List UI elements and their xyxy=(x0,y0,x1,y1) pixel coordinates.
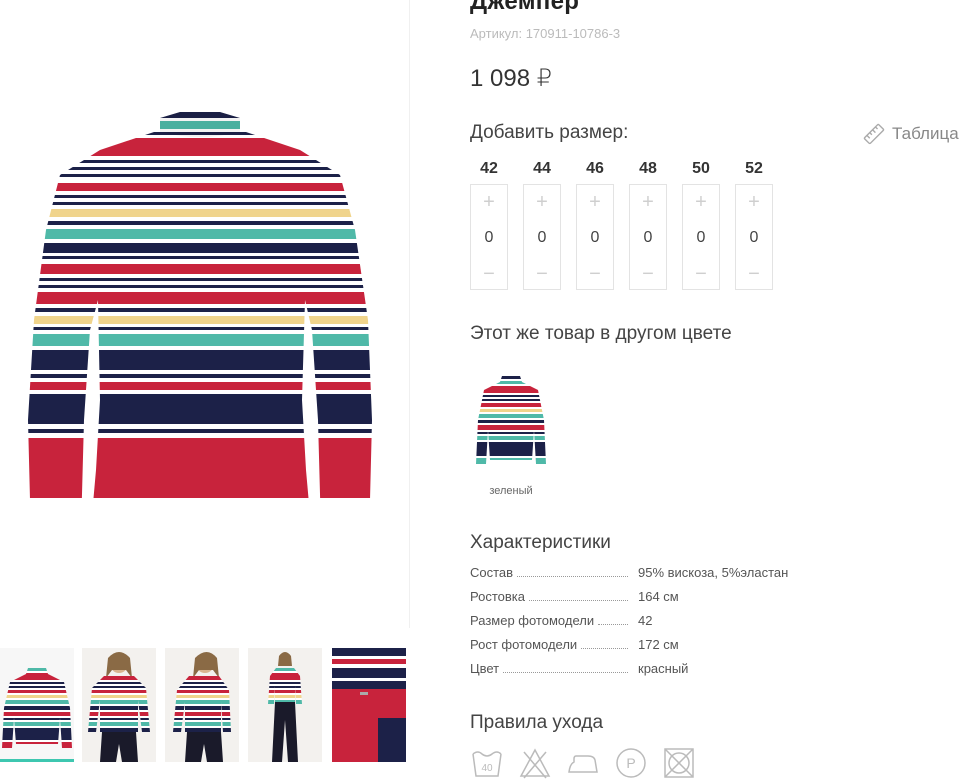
characteristic-row: Цвет красный xyxy=(470,661,910,685)
size-label: 46 xyxy=(586,160,604,177)
quantity-stepper: + 0 − xyxy=(470,184,508,290)
characteristic-name: Рост фотомодели xyxy=(470,637,578,652)
leader-dots xyxy=(581,648,629,649)
quantity-stepper: + 0 − xyxy=(576,184,614,290)
product-price: 1 098 ₽ xyxy=(470,65,552,92)
wash-temp-text: 40 xyxy=(481,763,493,774)
sku-value: 170911-10786-3 xyxy=(525,26,621,41)
characteristic-value: 42 xyxy=(638,613,653,628)
sweater-image xyxy=(28,112,372,498)
characteristics-heading: Характеристики xyxy=(470,532,611,553)
characteristic-name: Ростовка xyxy=(470,589,525,604)
size-label: 48 xyxy=(639,160,657,177)
quantity-value[interactable]: 0 xyxy=(697,229,706,247)
decrement-button[interactable]: − xyxy=(483,263,495,285)
decrement-button[interactable]: − xyxy=(589,263,601,285)
increment-button[interactable]: + xyxy=(589,191,601,213)
size-table-label: Таблица xyxy=(892,124,959,143)
leader-dots xyxy=(598,624,629,625)
quantity-value[interactable]: 0 xyxy=(750,229,759,247)
thumbnail-5-image xyxy=(332,648,406,762)
professional-clean-letter: P xyxy=(626,755,635,771)
other-color-heading: Этот же товар в другом цвете xyxy=(470,323,732,344)
thumbnail-strip xyxy=(0,648,410,782)
thumbnail-1-image xyxy=(2,668,72,748)
care-heading: Правила ухода xyxy=(470,712,604,733)
color-variant-green[interactable] xyxy=(470,370,552,470)
color-variant-label: зеленый xyxy=(489,485,533,497)
increment-button[interactable]: + xyxy=(483,191,495,213)
characteristic-value: 95% вискоза, 5%эластан xyxy=(638,565,789,580)
increment-button[interactable]: + xyxy=(748,191,760,213)
decrement-button[interactable]: − xyxy=(748,263,760,285)
size-option: 50 + 0 − xyxy=(682,158,720,290)
decrement-button[interactable]: − xyxy=(642,263,654,285)
add-size-heading: Добавить размер: xyxy=(470,122,629,143)
product-title: Джемпер xyxy=(470,0,580,15)
thumbnail-4[interactable] xyxy=(248,648,322,762)
product-sku: Артикул: 170911-10786-3 xyxy=(470,26,620,41)
size-selector: 42 + 0 − 44 + 0 − 46 + 0 − 48 + 0 − 50 +… xyxy=(470,158,773,290)
size-option: 44 + 0 − xyxy=(523,158,561,290)
professional-clean-icon: P xyxy=(616,748,646,778)
increment-button[interactable]: + xyxy=(695,191,707,213)
quantity-value[interactable]: 0 xyxy=(485,229,494,247)
leader-dots xyxy=(528,600,628,601)
thumbnail-3[interactable] xyxy=(165,648,239,762)
iron-icon xyxy=(568,755,598,773)
quantity-value[interactable]: 0 xyxy=(591,229,600,247)
size-option: 52 + 0 − xyxy=(735,158,773,290)
sku-label: Артикул: xyxy=(470,26,523,41)
size-option: 48 + 0 − xyxy=(629,158,667,290)
characteristic-row: Состав 95% вискоза, 5%эластан xyxy=(470,565,910,589)
increment-button[interactable]: + xyxy=(536,191,548,213)
size-label: 50 xyxy=(692,160,710,177)
size-label: 42 xyxy=(480,160,498,177)
decrement-button[interactable]: − xyxy=(536,263,548,285)
quantity-stepper: + 0 − xyxy=(629,184,667,290)
leader-dots xyxy=(503,672,629,673)
care-icons: 40 P xyxy=(470,746,696,780)
green-variant-image xyxy=(476,376,546,464)
characteristic-value: 172 см xyxy=(638,637,679,652)
thumbnail-2-image xyxy=(82,648,156,762)
main-product-photo[interactable] xyxy=(0,0,410,628)
quantity-value[interactable]: 0 xyxy=(538,229,547,247)
size-option: 46 + 0 − xyxy=(576,158,614,290)
characteristic-value: 164 см xyxy=(638,589,679,604)
decrement-button[interactable]: − xyxy=(695,263,707,285)
thumbnail-3-image xyxy=(165,648,239,762)
quantity-stepper: + 0 − xyxy=(682,184,720,290)
thumbnail-5[interactable] xyxy=(332,648,406,762)
wash-40-icon: 40 xyxy=(472,751,502,777)
characteristic-name: Состав xyxy=(470,565,514,580)
size-label: 44 xyxy=(533,160,551,177)
ruler-icon xyxy=(863,123,885,145)
quantity-stepper: + 0 − xyxy=(735,184,773,290)
thumbnail-4-image xyxy=(248,648,322,762)
characteristic-row: Ростовка 164 см xyxy=(470,589,910,613)
size-table-link[interactable]: Таблица xyxy=(862,122,959,146)
increment-button[interactable]: + xyxy=(642,191,654,213)
leader-dots xyxy=(517,576,629,577)
characteristic-name: Размер фотомодели xyxy=(470,613,595,628)
thumbnail-1[interactable] xyxy=(0,648,74,762)
characteristic-value: красный xyxy=(638,661,689,676)
no-tumble-dry-icon xyxy=(664,748,694,778)
quantity-stepper: + 0 − xyxy=(523,184,561,290)
characteristic-row: Рост фотомодели 172 см xyxy=(470,637,910,661)
size-label: 52 xyxy=(745,160,763,177)
thumbnail-2[interactable] xyxy=(82,648,156,762)
characteristic-name: Цвет xyxy=(470,661,500,676)
size-option: 42 + 0 − xyxy=(470,158,508,290)
no-bleach-icon xyxy=(519,748,551,779)
characteristics-list: Состав 95% вискоза, 5%эластан Ростовка 1… xyxy=(470,565,910,685)
characteristic-row: Размер фотомодели 42 xyxy=(470,613,910,637)
quantity-value[interactable]: 0 xyxy=(644,229,653,247)
